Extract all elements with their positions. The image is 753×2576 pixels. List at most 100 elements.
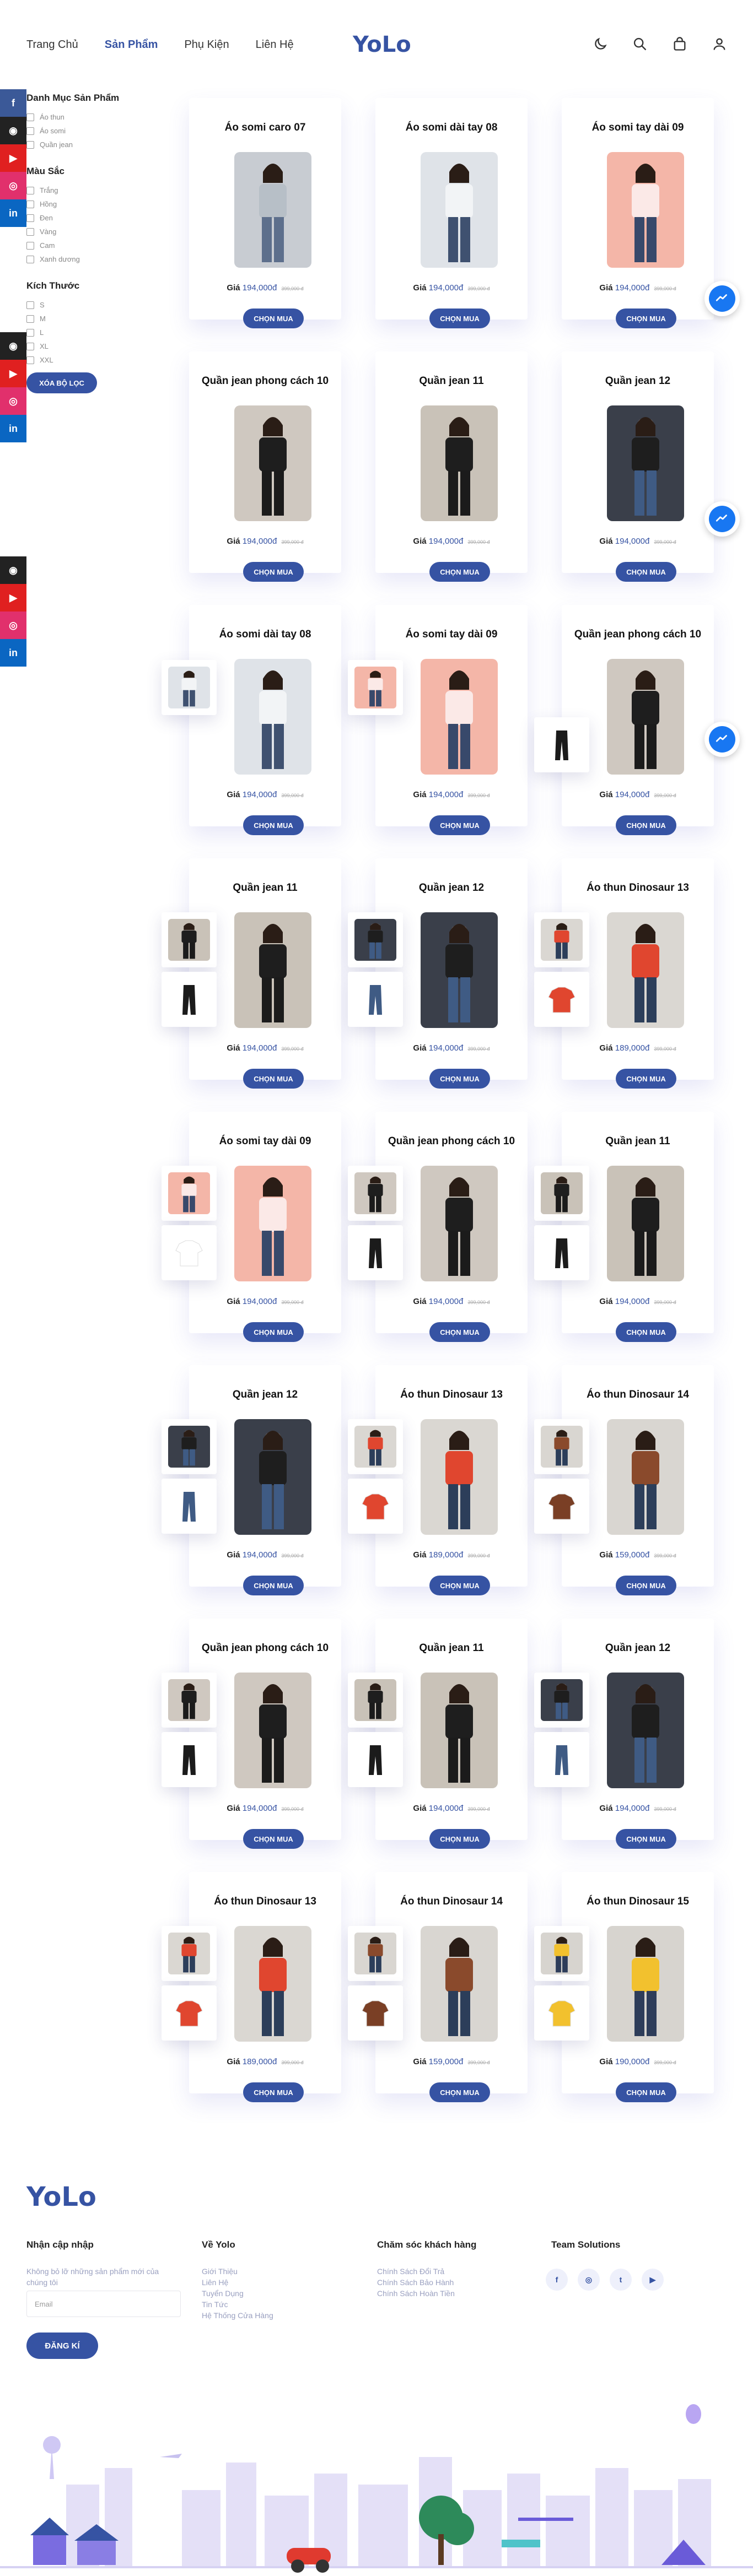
checkbox[interactable]: [26, 186, 34, 194]
buy-button[interactable]: CHỌN MUA: [243, 2082, 304, 2102]
product-title[interactable]: Quần jean 12: [569, 375, 706, 388]
product-image[interactable]: [421, 152, 498, 268]
linkedin-icon[interactable]: in: [0, 415, 26, 442]
nav-link-accessories[interactable]: Phụ Kiện: [184, 39, 229, 51]
buy-button[interactable]: CHỌN MUA: [616, 562, 676, 582]
product-card[interactable]: Áo somi dài tay 08 Giá 194,000đ 399,000 …: [375, 98, 528, 328]
product-card[interactable]: Quần jean 11 Giá 194,000đ 399,000 đ CHỌN…: [189, 858, 341, 1089]
product-card[interactable]: Quần jean phong cách 10 Giá 194,000đ 399…: [375, 1112, 528, 1342]
filter-option[interactable]: S: [26, 298, 170, 312]
github-icon[interactable]: ◉: [0, 117, 26, 144]
product-image[interactable]: [234, 405, 311, 521]
checkbox[interactable]: [26, 241, 34, 250]
footer-link[interactable]: Tin Tức: [202, 2299, 345, 2310]
email-field[interactable]: Email: [26, 2291, 181, 2317]
checkbox[interactable]: [26, 315, 34, 323]
product-card[interactable]: Áo somi tay dài 09 Giá 194,000đ 399,000 …: [562, 98, 714, 328]
buy-button[interactable]: CHỌN MUA: [429, 2082, 490, 2102]
product-title[interactable]: Áo somi tay dài 09: [383, 628, 520, 641]
nav-link-contact[interactable]: Liên Hệ: [256, 39, 294, 51]
product-card[interactable]: Quần jean 11 Giá 194,000đ 399,000 đ CHỌN…: [375, 351, 528, 582]
facebook-icon[interactable]: f: [546, 2269, 568, 2291]
filter-option[interactable]: M: [26, 312, 170, 326]
filter-option[interactable]: Áo thun: [26, 110, 170, 124]
subscribe-button[interactable]: ĐĂNG KÍ: [26, 2333, 98, 2359]
linkedin-icon[interactable]: in: [0, 639, 26, 667]
buy-button[interactable]: CHỌN MUA: [429, 1069, 490, 1089]
product-image[interactable]: [234, 1419, 311, 1535]
buy-button[interactable]: CHỌN MUA: [243, 1069, 304, 1089]
product-thumbnail[interactable]: [162, 972, 217, 1027]
nav-link-products[interactable]: Sản Phẩm: [105, 39, 158, 51]
product-thumbnail[interactable]: [348, 1166, 403, 1221]
filter-option[interactable]: Đen: [26, 211, 170, 225]
product-title[interactable]: Áo thun Dinosaur 13: [383, 1388, 520, 1401]
github-icon[interactable]: ◉: [0, 556, 26, 584]
product-thumbnail[interactable]: [534, 1419, 589, 1474]
product-card[interactable]: Áo thun Dinosaur 14 Giá 159,000đ 399,000…: [562, 1365, 714, 1595]
footer-link[interactable]: Chính Sách Bảo Hành: [377, 2277, 520, 2288]
product-title[interactable]: Áo somi caro 07: [197, 121, 334, 134]
product-thumbnail[interactable]: [348, 912, 403, 967]
buy-button[interactable]: CHỌN MUA: [243, 1576, 304, 1595]
buy-button[interactable]: CHỌN MUA: [429, 815, 490, 835]
product-thumbnail[interactable]: [162, 1479, 217, 1534]
product-thumbnail[interactable]: [534, 1926, 589, 1981]
checkbox[interactable]: [26, 255, 34, 263]
footer-link[interactable]: Liên Hệ: [202, 2277, 345, 2288]
buy-button[interactable]: CHỌN MUA: [616, 815, 676, 835]
moon-icon[interactable]: [593, 36, 608, 52]
product-title[interactable]: Quần jean 12: [197, 1388, 334, 1401]
product-card[interactable]: Áo somi caro 07 Giá 194,000đ 399,000 đ C…: [189, 98, 341, 328]
product-card[interactable]: Áo thun Dinosaur 13 Giá 189,000đ 399,000…: [189, 1872, 341, 2102]
product-thumbnail[interactable]: [162, 1419, 217, 1474]
product-image[interactable]: [607, 1419, 684, 1535]
filter-option[interactable]: Xanh dương: [26, 252, 170, 266]
product-image[interactable]: [234, 1166, 311, 1281]
filter-option[interactable]: Cam: [26, 239, 170, 252]
buy-button[interactable]: CHỌN MUA: [243, 309, 304, 328]
buy-button[interactable]: CHỌN MUA: [616, 1829, 676, 1849]
youtube-icon[interactable]: ▶: [0, 144, 26, 172]
product-card[interactable]: Áo thun Dinosaur 14 Giá 159,000đ 399,000…: [375, 1872, 528, 2102]
product-image[interactable]: [607, 1166, 684, 1281]
instagram-icon[interactable]: ◎: [0, 387, 26, 415]
footer-link[interactable]: Chính Sách Hoàn Tiền: [377, 2288, 520, 2299]
checkbox[interactable]: [26, 342, 34, 350]
product-card[interactable]: Quần jean 12 Giá 194,000đ 399,000 đ CHỌN…: [562, 351, 714, 582]
product-thumbnail[interactable]: [162, 1985, 217, 2041]
product-title[interactable]: Áo somi tay dài 09: [197, 1135, 334, 1148]
filter-option[interactable]: Hồng: [26, 197, 170, 211]
product-thumbnail[interactable]: [534, 972, 589, 1027]
product-thumbnail[interactable]: [348, 972, 403, 1027]
product-thumbnail[interactable]: [162, 1166, 217, 1221]
product-card[interactable]: Áo somi tay dài 09 Giá 194,000đ 399,000 …: [189, 1112, 341, 1342]
buy-button[interactable]: CHỌN MUA: [429, 1322, 490, 1342]
footer-link[interactable]: Tuyển Dụng: [202, 2288, 345, 2299]
product-title[interactable]: Áo somi tay dài 09: [569, 121, 706, 134]
product-image[interactable]: [607, 1926, 684, 2042]
buy-button[interactable]: CHỌN MUA: [243, 1322, 304, 1342]
filter-option[interactable]: XL: [26, 339, 170, 353]
product-thumbnail[interactable]: [534, 1732, 589, 1787]
youtube-icon[interactable]: ▶: [0, 584, 26, 611]
filter-option[interactable]: Quần jean: [26, 138, 170, 151]
product-card[interactable]: Áo somi tay dài 09 Giá 194,000đ 399,000 …: [375, 605, 528, 835]
product-title[interactable]: Quần jean 11: [383, 375, 520, 388]
product-image[interactable]: [421, 1419, 498, 1535]
product-card[interactable]: Quần jean 12 Giá 194,000đ 399,000 đ CHỌN…: [375, 858, 528, 1089]
product-thumbnail[interactable]: [162, 912, 217, 967]
product-title[interactable]: Áo somi dài tay 08: [383, 121, 520, 134]
messenger-icon[interactable]: [704, 281, 740, 316]
product-image[interactable]: [421, 1926, 498, 2042]
buy-button[interactable]: CHỌN MUA: [616, 1069, 676, 1089]
product-card[interactable]: Quần jean 12 Giá 194,000đ 399,000 đ CHỌN…: [189, 1365, 341, 1595]
user-icon[interactable]: [712, 36, 727, 52]
product-image[interactable]: [607, 1673, 684, 1788]
footer-link[interactable]: Hệ Thống Cửa Hàng: [202, 2310, 345, 2321]
product-title[interactable]: Quần jean phong cách 10: [197, 1642, 334, 1655]
product-title[interactable]: Quần jean 11: [569, 1135, 706, 1148]
product-thumbnail[interactable]: [534, 1166, 589, 1221]
product-card[interactable]: Quần jean 11 Giá 194,000đ 399,000 đ CHỌN…: [562, 1112, 714, 1342]
buy-button[interactable]: CHỌN MUA: [429, 1576, 490, 1595]
